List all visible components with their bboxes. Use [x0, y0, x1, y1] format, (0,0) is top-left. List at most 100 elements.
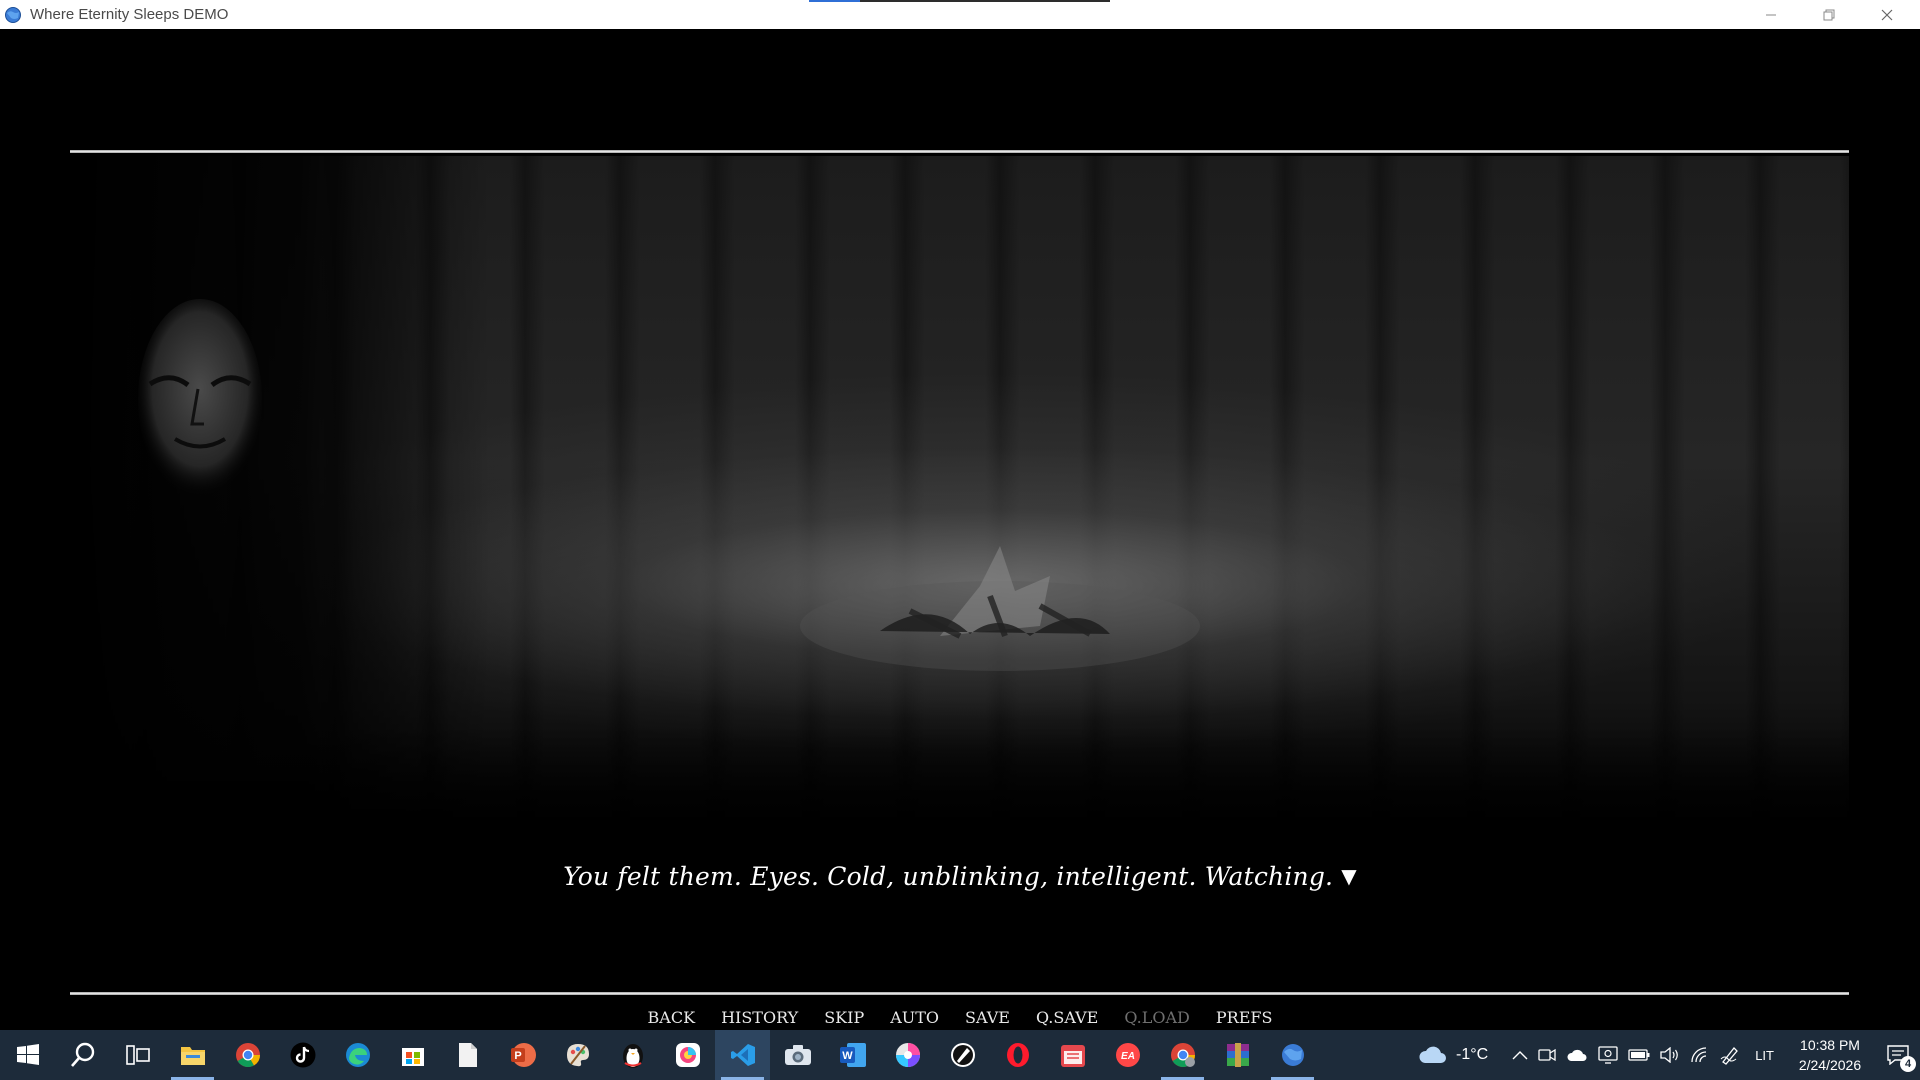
paint-palette-icon	[566, 1044, 589, 1067]
tray-network[interactable]	[1685, 1030, 1715, 1080]
taskbar-chrome[interactable]	[220, 1030, 275, 1080]
campfire-smoke-illustration	[800, 546, 1200, 671]
masked-watcher-figure	[138, 299, 262, 499]
svg-text:P: P	[514, 1050, 521, 1062]
picsart-icon	[675, 1043, 700, 1067]
notification-count-badge: 4	[1900, 1056, 1916, 1072]
window-title-bar[interactable]: Where Eternity Sleeps DEMO	[0, 0, 1920, 29]
taskbar-ea-app[interactable]: EA	[1100, 1030, 1155, 1080]
pen-icon	[1720, 1047, 1739, 1065]
color-wheel-icon	[895, 1043, 920, 1067]
clock-widget[interactable]: 10:38 PM 2/24/2026	[1784, 1030, 1876, 1080]
taskbar-color-app[interactable]	[880, 1030, 935, 1080]
dialogue-text: You felt them. Eyes. Cold, unblinking, i…	[563, 862, 1334, 891]
taskbar-word[interactable]: W	[825, 1030, 880, 1080]
svg-text:W: W	[842, 1050, 853, 1062]
save-button[interactable]: SAVE	[952, 1005, 1023, 1031]
clock-time: 10:38 PM	[1800, 1037, 1860, 1053]
taskbar-vscode[interactable]	[715, 1030, 770, 1080]
window-title: Where Eternity Sleeps DEMO	[30, 6, 229, 23]
tray-pen-workspace[interactable]	[1715, 1030, 1745, 1080]
tiktok-icon	[290, 1042, 315, 1068]
camera-icon	[784, 1045, 811, 1065]
folder-icon	[180, 1047, 205, 1065]
prefs-button[interactable]: PREFS	[1203, 1005, 1286, 1031]
taskbar-inkscape[interactable]	[935, 1030, 990, 1080]
cloud-icon	[1419, 1046, 1447, 1063]
pen-tool-icon	[950, 1043, 975, 1067]
taskbar-paint[interactable]	[550, 1030, 605, 1080]
start-button[interactable]	[0, 1030, 55, 1080]
taskbar-notepad[interactable]	[440, 1030, 495, 1080]
quick-menu: BACK HISTORY SKIP AUTO SAVE Q.SAVE Q.LOA…	[0, 1005, 1920, 1031]
weather-widget[interactable]: -1°C	[1413, 1030, 1493, 1080]
task-view-button[interactable]	[110, 1030, 165, 1080]
clock-date: 2/24/2026	[1798, 1057, 1862, 1073]
input-language-indicator[interactable]: LIT	[1745, 1030, 1784, 1080]
dialogue-box[interactable]: You felt them. Eyes. Cold, unblinking, i…	[0, 862, 1920, 891]
show-hidden-icons-button[interactable]	[1507, 1030, 1533, 1080]
taskbar-store[interactable]	[385, 1030, 440, 1080]
history-button[interactable]: HISTORY	[708, 1005, 811, 1031]
back-button[interactable]: BACK	[635, 1005, 709, 1031]
restore-button[interactable]	[1800, 0, 1858, 29]
game-viewport[interactable]: You felt them. Eyes. Cold, unblinking, i…	[0, 29, 1920, 1030]
weather-temperature: -1°C	[1456, 1046, 1489, 1063]
bottom-shadow-overlay	[70, 726, 1849, 836]
speaker-icon	[1660, 1047, 1679, 1063]
taskbar-tiktok[interactable]	[275, 1030, 330, 1080]
wifi-icon	[1691, 1047, 1707, 1063]
top-frame-line	[70, 150, 1849, 153]
task-view-icon	[125, 1045, 150, 1065]
minimize-button[interactable]	[1742, 0, 1800, 29]
powerpoint-icon: P	[510, 1043, 536, 1067]
taskbar-winrar[interactable]	[1210, 1030, 1265, 1080]
chrome-icon	[235, 1043, 260, 1068]
svg-text:EA: EA	[1121, 1051, 1135, 1062]
forest-clearing-background	[70, 156, 1849, 836]
chrome-icon	[1170, 1043, 1195, 1068]
close-button[interactable]	[1858, 0, 1916, 29]
search-button[interactable]	[55, 1030, 110, 1080]
opera-icon	[1006, 1043, 1029, 1067]
taskbar-renpy-game[interactable]	[1265, 1030, 1320, 1080]
loading-progress-bar	[809, 0, 1110, 2]
game-globe-icon	[5, 6, 21, 23]
taskbar-powerpoint[interactable]: P	[495, 1030, 550, 1080]
store-icon	[401, 1048, 424, 1066]
auto-button[interactable]: AUTO	[877, 1005, 952, 1031]
taskbar-chrome-2[interactable]	[1155, 1030, 1210, 1080]
minimize-icon	[1766, 14, 1776, 15]
taskbar-file-explorer[interactable]	[165, 1030, 220, 1080]
document-icon	[458, 1043, 477, 1067]
taskbar-penguin-app[interactable]	[605, 1030, 660, 1080]
display-settings-icon	[1598, 1046, 1618, 1064]
word-icon: W	[839, 1043, 866, 1067]
chevron-up-icon	[1512, 1051, 1528, 1060]
taskbar-calendar-app[interactable]	[1045, 1030, 1100, 1080]
windows-taskbar: P W EA -1°C LIT 10:38 PM 2/24/2026 4	[0, 1030, 1920, 1080]
system-tray: -1°C LIT 10:38 PM 2/24/2026 4	[1413, 1030, 1920, 1080]
windows-logo-icon	[16, 1044, 39, 1065]
skip-button[interactable]: SKIP	[811, 1005, 877, 1031]
taskbar-opera[interactable]	[990, 1030, 1045, 1080]
taskbar-edge[interactable]	[330, 1030, 385, 1080]
search-icon	[70, 1042, 94, 1067]
tray-volume[interactable]	[1655, 1030, 1685, 1080]
bottom-frame-line	[70, 992, 1849, 995]
game-globe-icon	[1281, 1044, 1304, 1066]
taskbar-camera[interactable]	[770, 1030, 825, 1080]
quick-load-button[interactable]: Q.LOAD	[1111, 1005, 1203, 1031]
tray-battery[interactable]	[1623, 1030, 1655, 1080]
quick-save-button[interactable]: Q.SAVE	[1023, 1005, 1111, 1031]
loading-progress-fill	[809, 0, 861, 2]
tray-device-manager[interactable]	[1593, 1030, 1623, 1080]
winrar-icon	[1226, 1043, 1249, 1067]
tray-meet-now[interactable]	[1533, 1030, 1561, 1080]
penguin-icon	[622, 1044, 643, 1068]
ea-icon: EA	[1115, 1043, 1140, 1067]
action-center-button[interactable]: 4	[1876, 1030, 1920, 1080]
tray-onedrive[interactable]	[1561, 1030, 1593, 1080]
click-to-continue-indicator: ▼	[1341, 864, 1357, 888]
taskbar-picsart[interactable]	[660, 1030, 715, 1080]
